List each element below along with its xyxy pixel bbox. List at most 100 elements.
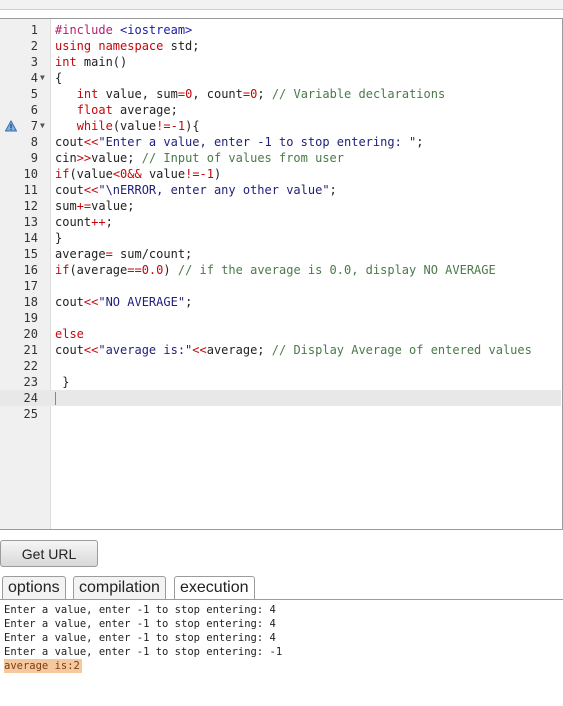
top-toolbar-strip (0, 0, 563, 10)
code-text: cout<<"Enter a value, enter -1 to stop e… (55, 134, 423, 150)
code-line[interactable]: 17 (0, 278, 561, 294)
code-token: << (192, 343, 207, 357)
warning-icon[interactable] (5, 120, 17, 132)
code-token: !=- (156, 119, 178, 133)
code-line[interactable]: 3 int main() (0, 54, 561, 70)
fold-toggle-icon[interactable]: ▼ (40, 70, 45, 86)
line-number: 3 (30, 55, 38, 69)
code-token: cout (55, 183, 84, 197)
code-token: "Enter a value, enter -1 to stop enterin… (98, 135, 417, 149)
get-url-button[interactable]: Get URL (0, 540, 98, 567)
line-number: 17 (23, 279, 38, 293)
line-number: 11 (23, 183, 38, 197)
code-line[interactable]: 13 count++; (0, 214, 561, 230)
code-text: cout<<"average is:"<<average; // Display… (55, 342, 532, 358)
code-line-active[interactable]: 24 (0, 390, 561, 406)
code-line[interactable]: 25 (0, 406, 561, 422)
code-line[interactable]: 21 cout<<"average is:"<<average; // Displ… (0, 342, 561, 358)
code-token: = (105, 247, 113, 261)
code-token: << (83, 135, 99, 149)
code-token: } (55, 375, 70, 389)
code-token: sum/count; (112, 247, 193, 261)
line-number: 25 (23, 407, 38, 421)
code-token: ; (416, 135, 424, 149)
code-token: #include (55, 23, 121, 37)
line-number: 4 (30, 71, 38, 85)
code-line[interactable]: 15 average= sum/count; (0, 246, 561, 262)
code-line[interactable]: 16 if(average==0.0) // if the average is … (0, 262, 561, 278)
code-token: if (55, 167, 70, 181)
code-text: float average; (55, 102, 178, 118)
line-number: 23 (23, 375, 38, 389)
code-token: value (141, 167, 186, 181)
tab-options[interactable]: options (2, 576, 66, 600)
code-line[interactable]: 22 (0, 358, 561, 374)
code-token: using namespace (55, 39, 171, 53)
line-number: 18 (23, 295, 38, 309)
code-token: cout (55, 343, 84, 357)
code-line[interactable]: 7 ▼ while(value!=-1){ (0, 118, 561, 134)
output-result: average is:2 (4, 659, 82, 673)
code-line[interactable]: 1 #include <iostream> (0, 22, 561, 38)
output-line: Enter a value, enter -1 to stop entering… (4, 646, 283, 658)
code-editor[interactable]: 1 #include <iostream> 2 using namespace std… (0, 18, 563, 530)
line-number: 22 (23, 359, 38, 373)
code-token: value; (91, 199, 135, 213)
code-token: cout (55, 135, 84, 149)
code-token: , count (192, 87, 243, 101)
code-token: average (55, 247, 106, 261)
code-text: average= sum/count; (55, 246, 192, 262)
code-token: ; (329, 183, 337, 197)
code-token: average; (120, 103, 178, 117)
code-token: += (76, 199, 92, 213)
line-number: 24 (23, 391, 38, 405)
code-line[interactable]: 6 float average; (0, 102, 561, 118)
code-lines[interactable]: 1 #include <iostream> 2 using namespace std… (0, 22, 561, 422)
code-text: } (55, 374, 69, 390)
code-token: ){ (185, 119, 200, 133)
code-line[interactable]: 14} (0, 230, 561, 246)
code-line[interactable]: 23 } (0, 374, 561, 390)
code-line[interactable]: 12 sum+=value; (0, 198, 561, 214)
code-line[interactable]: 20 else (0, 326, 561, 342)
tab-compilation[interactable]: compilation (73, 576, 166, 600)
line-number: 8 (30, 135, 38, 149)
code-line[interactable]: 8 cout<<"Enter a value, enter -1 to stop … (0, 134, 561, 150)
code-line[interactable]: 5 int value, sum=0, count=0; // Variable… (0, 86, 561, 102)
line-number: 20 (23, 327, 38, 341)
code-token: ) (163, 263, 178, 277)
code-line[interactable]: 2 using namespace std; (0, 38, 561, 54)
code-token: value; (91, 151, 142, 165)
code-token: ++ (91, 215, 106, 229)
code-token: count (55, 215, 92, 229)
text-cursor (55, 392, 56, 405)
code-token: < (112, 167, 121, 181)
code-line[interactable]: 11 cout<<"\nERROR, enter any other value"… (0, 182, 561, 198)
code-token: cout (55, 295, 84, 309)
code-token: <iostream> (120, 23, 193, 37)
code-token: } (55, 231, 63, 245)
line-number: 21 (23, 343, 38, 357)
code-line[interactable]: 10 if(value<0&& value!=-1) (0, 166, 561, 182)
code-token: if (55, 263, 70, 277)
code-line[interactable]: 18 cout<<"NO AVERAGE"; (0, 294, 561, 310)
code-token: // Display Average of entered values (271, 343, 532, 357)
code-token: << (83, 183, 99, 197)
code-text: { (55, 70, 62, 86)
code-token: cin (55, 151, 77, 165)
code-line[interactable]: 19 (0, 310, 561, 326)
fold-toggle-icon[interactable]: ▼ (40, 118, 45, 134)
code-line[interactable]: 4 ▼ { (0, 70, 561, 86)
code-text: } (55, 230, 62, 246)
line-number: 14 (23, 231, 38, 245)
code-token: "average is:" (98, 343, 193, 357)
code-text: #include <iostream> (55, 22, 192, 38)
line-number: 15 (23, 247, 38, 261)
code-token: = (177, 87, 186, 101)
code-token: int (76, 87, 106, 101)
code-token: 1 (206, 167, 215, 181)
tab-execution[interactable]: execution (174, 576, 255, 601)
code-line[interactable]: 9 cin>>value; // Input of values from use… (0, 150, 561, 166)
